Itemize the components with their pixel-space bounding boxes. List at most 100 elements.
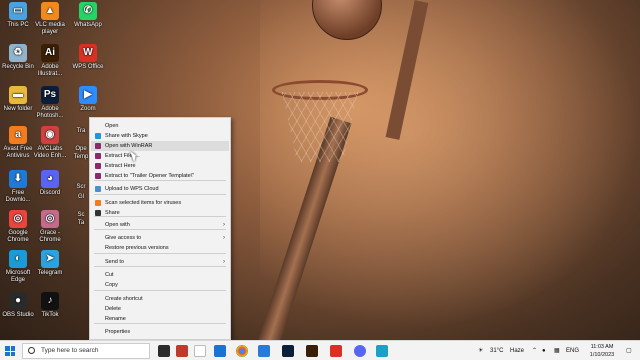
menu-item-label: Scan selected items for viruses [105,200,182,206]
desktop-icon-label: Discord [39,190,61,196]
context-menu: Open Share with Skype Open with WinRAR Extr… [89,117,231,340]
discord-icon[interactable] [354,345,366,357]
wps-icon[interactable] [330,345,342,357]
app-icon: ▶ [79,86,97,104]
desktop-icon[interactable]: ♻ Recycle Bin [0,44,36,71]
menu-item[interactable]: Delete [91,304,229,314]
menu-item-label: Extract to "Trailer Opener Template\" [105,173,195,179]
menu-item[interactable]: Open with WinRAR [91,141,229,151]
menu-item[interactable]: Share with Skype [91,131,229,141]
desktop-icon-label: Telegram [37,270,63,276]
clock[interactable]: 11:03 AM 1/10/2023 [582,343,622,359]
taskbar-search[interactable]: Type here to search [22,343,150,359]
file-explorer-icon[interactable] [214,345,226,357]
desktop-icon-label-partial[interactable]: Tra [72,128,90,135]
desktop-icon-label-partial[interactable]: Ope [72,146,90,153]
menu-item[interactable]: Cut [91,270,229,280]
desktop-icon[interactable]: Ai Adobe Illustrat... [32,44,68,78]
chevron-right-icon: › [223,222,225,228]
mic-icon[interactable]: ● [542,341,546,360]
app-icon[interactable] [258,345,270,357]
menu-item[interactable]: Upload to WPS Cloud [91,184,229,194]
menu-item[interactable]: Send to › [91,257,229,267]
app-icon: ▭ [9,2,27,20]
desktop-icon[interactable]: ◉ AVCLabs Video Enh... [32,126,68,160]
desktop-icon-label: This PC [7,22,29,28]
menu-item[interactable]: Properties [91,327,229,337]
desktop-icon[interactable]: a Avast Free Antivirus [0,126,36,160]
menu-item-label: Send to [105,259,124,265]
desktop-icon[interactable]: ▭ This PC [0,2,36,29]
desktop-icon-label: Free Downlo... [5,190,31,203]
app-icon[interactable] [176,345,188,357]
language-indicator[interactable]: ENG [566,341,579,360]
weather-temp[interactable]: 31°C [490,341,503,360]
desktop-icon-label-partial[interactable]: Ta [72,220,90,227]
desktop-icon[interactable]: ➤ Telegram [32,250,68,277]
menu-item-label: Create shortcut [105,296,143,302]
desktop-icon-label-partial[interactable]: Sc [72,212,90,219]
share-icon [95,210,101,216]
menu-item-label: Open [105,123,119,129]
notification-icon[interactable]: ▢ [626,341,632,360]
desktop-icon[interactable]: ▬ New folder [0,86,36,113]
menu-separator [94,253,226,254]
menu-item[interactable]: Rename [91,314,229,324]
clock-time: 11:03 AM [590,344,614,350]
app-icon: ♪ [41,292,59,310]
desktop-icon[interactable]: ▶ Zoom [70,86,106,113]
weather-desc[interactable]: Haze [510,341,524,360]
desktop-icon[interactable]: ✆ WhatsApp [70,2,106,29]
app-icon: ➤ [41,250,59,268]
menu-separator [94,194,226,195]
app-icon[interactable] [194,345,206,357]
app-icon: ◎ [41,210,59,228]
desktop-icon[interactable]: Ps Adobe Photosh... [32,86,68,120]
chevron-up-icon[interactable]: ⌃ [532,341,537,360]
desktop-icon[interactable]: W WPS Office [70,44,106,71]
menu-item[interactable]: Give access to › [91,233,229,243]
desktop-icon[interactable]: ◎ Google Chrome [0,210,36,244]
desktop-icon[interactable]: ♪ TikTok [32,292,68,319]
menu-item[interactable]: Open [91,121,229,131]
avast-icon [95,200,101,206]
search-icon [28,347,35,354]
app-icon: ⬇ [9,170,27,188]
desktop-icon[interactable]: ⬇ Free Downlo... [0,170,36,204]
app-icon: ◉ [41,126,59,144]
menu-item[interactable]: Extract Here [91,161,229,171]
desktop-icon-label-partial[interactable]: Scr [72,184,90,191]
app-icon[interactable] [376,345,388,357]
winrar-icon [95,153,101,159]
desktop-icon[interactable]: ◕ Discord [32,170,68,197]
weather-icon[interactable]: ☀ [478,341,483,360]
start-button[interactable] [5,346,15,356]
menu-item[interactable]: Extract Files... [91,151,229,161]
app-icon: ● [9,292,27,310]
task-view-icon[interactable] [158,345,170,357]
cloud-icon [95,186,101,192]
chrome-icon[interactable] [236,345,248,357]
menu-item[interactable]: Restore previous versions [91,243,229,253]
illustrator-icon[interactable] [306,345,318,357]
network-icon[interactable]: ▦ [554,341,560,360]
menu-item[interactable]: Copy [91,280,229,290]
menu-item[interactable]: Open with › [91,220,229,230]
menu-item-label: Delete [105,306,121,312]
menu-item-label: Cut [105,272,114,278]
search-placeholder: Type here to search [41,347,99,354]
menu-item[interactable]: Extract to "Trailer Opener Template\" [91,171,229,181]
desktop-icon[interactable]: ◐ Microsoft Edge [0,250,36,284]
desktop-icon-label: Grace - Chrome [39,230,61,243]
desktop-icon-label-partial[interactable]: Temp [72,154,90,161]
menu-item[interactable]: Scan selected items for viruses [91,198,229,208]
menu-item[interactable]: Share [91,208,229,218]
photoshop-icon[interactable] [282,345,294,357]
menu-item[interactable]: Create shortcut [91,294,229,304]
desktop-icon[interactable]: ◎ Grace - Chrome [32,210,68,244]
app-icon: ▲ [41,2,59,20]
desktop-icon-label: Avast Free Antivirus [3,146,33,159]
desktop-icon[interactable]: ● OBS Studio [0,292,36,319]
desktop-icon-label-partial[interactable]: Gl [72,194,90,201]
desktop-icon[interactable]: ▲ VLC media player [32,2,68,36]
